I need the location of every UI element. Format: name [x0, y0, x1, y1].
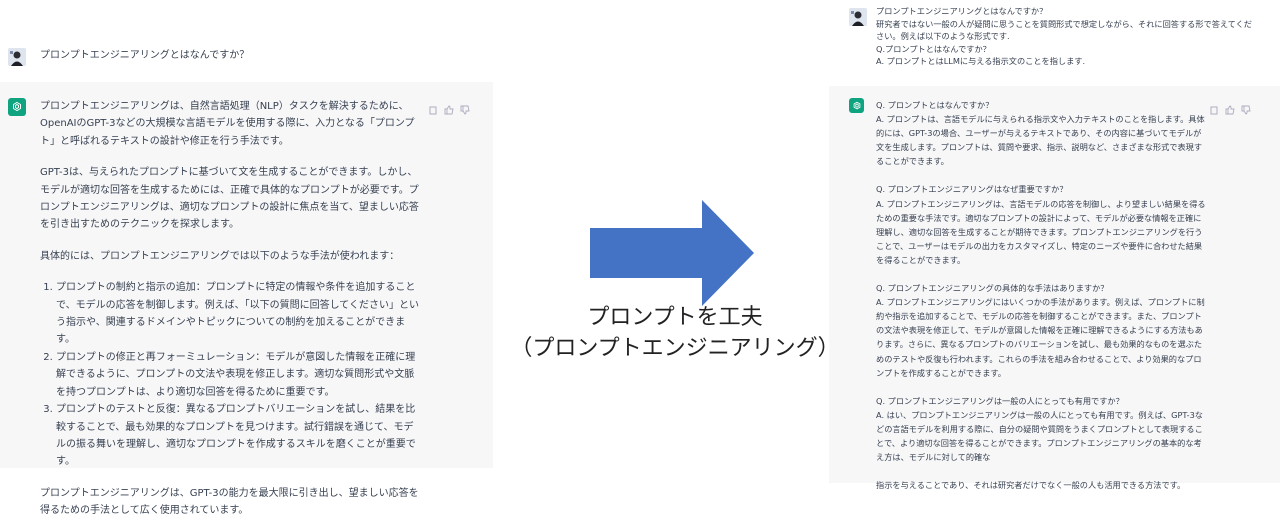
- question-line: A. プロンプトとはLLMに与える指示文のことを指します.: [876, 56, 1086, 67]
- right-user-message-row: プロンプトエンジニアリングとはなんですか？ 研究者ではない一般の人が疑問に思うこ…: [829, 0, 1280, 86]
- list-item: プロンプトのテストと反復：異なるプロンプトバリエーションを試し、結果を比較するこ…: [56, 401, 422, 471]
- right-ai-message-row: Q. プロンプトとはなんですか？ A. プロンプトは、言語モデルに与えられる指示…: [829, 86, 1280, 490]
- caption-line-1: プロンプトを工夫: [587, 305, 763, 330]
- left-ai-answer: プロンプトエンジニアリングは、自然言語処理（NLP）タスクを解決するために、Op…: [40, 98, 422, 520]
- qa-block: 指示を与えることであり、それは研究者だけでなく一般の人も活用できる方法です。: [876, 478, 1206, 492]
- question-line: プロンプトエンジニアリングとはなんですか？: [876, 6, 1048, 16]
- left-answer-list: プロンプトの制約と指示の追加：プロンプトに特定の情報や条件を追加することで、モデ…: [40, 279, 422, 470]
- qa-block: Q. プロンプトエンジニアリングはなぜ重要ですか？ A. プロンプトエンジニアリ…: [876, 182, 1206, 267]
- qa-block: Q. プロンプトエンジニアリングの具体的な手法はありますか？ A. プロンプトエ…: [876, 281, 1206, 380]
- question-line: 研究者ではない一般の人が疑問に思うことを質問形式で想定しながら、それに回答する形…: [876, 18, 1252, 42]
- left-message-actions: [428, 100, 470, 119]
- thumbs-up-icon[interactable]: [1225, 100, 1235, 119]
- qa-tail: 指示を与えることであり、それは研究者だけでなく一般の人も活用できる方法です。: [876, 480, 1186, 491]
- chatgpt-logo-icon: [849, 98, 864, 113]
- thumbs-down-icon[interactable]: [1241, 100, 1251, 119]
- qa-question: Q. プロンプトエンジニアリングの具体的な手法はありますか？: [876, 283, 1109, 294]
- left-user-question: プロンプトエンジニアリングとはなんですか？: [40, 50, 250, 61]
- qa-answer: A. はい、プロンプトエンジニアリングは一般の人にとっても有用です。例えば、GP…: [876, 409, 1203, 463]
- copy-icon[interactable]: [428, 100, 438, 119]
- qa-question: Q. プロンプトエンジニアリングは一般の人にとっても有用ですか？: [876, 395, 1124, 406]
- right-user-question: プロンプトエンジニアリングとはなんですか？ 研究者ではない一般の人が疑問に思うこ…: [876, 5, 1256, 68]
- left-answer-paragraph: 具体的には、プロンプトエンジニアリングでは以下のような手法が使われます：: [40, 250, 400, 262]
- left-user-message-row: プロンプトエンジニアリングとはなんですか？: [0, 30, 493, 82]
- user-avatar-icon: [849, 8, 867, 26]
- copy-icon[interactable]: [1209, 100, 1219, 119]
- qa-answer: A. プロンプトは、言語モデルに与えられる指示文や入力テキストのことを指します。…: [876, 114, 1205, 167]
- qa-question: Q. プロンプトとはなんですか？: [876, 100, 994, 110]
- left-answer-paragraph: プロンプトエンジニアリングは、自然言語処理（NLP）タスクを解決するために、Op…: [40, 101, 415, 147]
- thumbs-up-icon[interactable]: [444, 100, 454, 119]
- qa-block: Q. プロンプトとはなんですか？ A. プロンプトは、言語モデルに与えられる指示…: [876, 98, 1206, 168]
- list-item: プロンプトの修正と再フォーミュレーション：モデルが意図した情報を正確に理解できる…: [56, 349, 422, 401]
- right-arrow-icon: [590, 200, 754, 306]
- right-message-actions: [1209, 100, 1251, 119]
- qa-question: Q. プロンプトエンジニアリングはなぜ重要ですか？: [876, 184, 1068, 195]
- user-avatar-icon: [8, 48, 26, 66]
- left-answer-paragraph: GPT-3は、与えられたプロンプトに基づいて文を生成することができます。しかし、…: [40, 167, 419, 231]
- left-answer-closing: プロンプトエンジニアリングは、GPT-3の能力を最大限に引き出し、望ましい応答を…: [40, 487, 419, 517]
- thumbs-down-icon[interactable]: [460, 100, 470, 119]
- qa-answer: A. プロンプトエンジニアリングにはいくつかの手法があります。例えば、プロンプト…: [876, 297, 1205, 378]
- caption-line-2: （プロンプトエンジニアリング）: [510, 336, 840, 361]
- list-item: プロンプトの制約と指示の追加：プロンプトに特定の情報や条件を追加することで、モデ…: [56, 279, 422, 349]
- right-ai-answer: Q. プロンプトとはなんですか？ A. プロンプトは、言語モデルに与えられる指示…: [876, 98, 1206, 492]
- left-ai-message-row: プロンプトエンジニアリングは、自然言語処理（NLP）タスクを解決するために、Op…: [0, 82, 493, 516]
- qa-block: Q. プロンプトエンジニアリングは一般の人にとっても有用ですか？ A. はい、プ…: [876, 394, 1206, 464]
- question-line: Q.プロンプトとはなんですか？: [876, 43, 991, 54]
- qa-answer: A. プロンプトエンジニアリングは、言語モデルの応答を制御し、より望ましい結果を…: [876, 198, 1206, 265]
- chatgpt-logo-icon: [8, 98, 26, 116]
